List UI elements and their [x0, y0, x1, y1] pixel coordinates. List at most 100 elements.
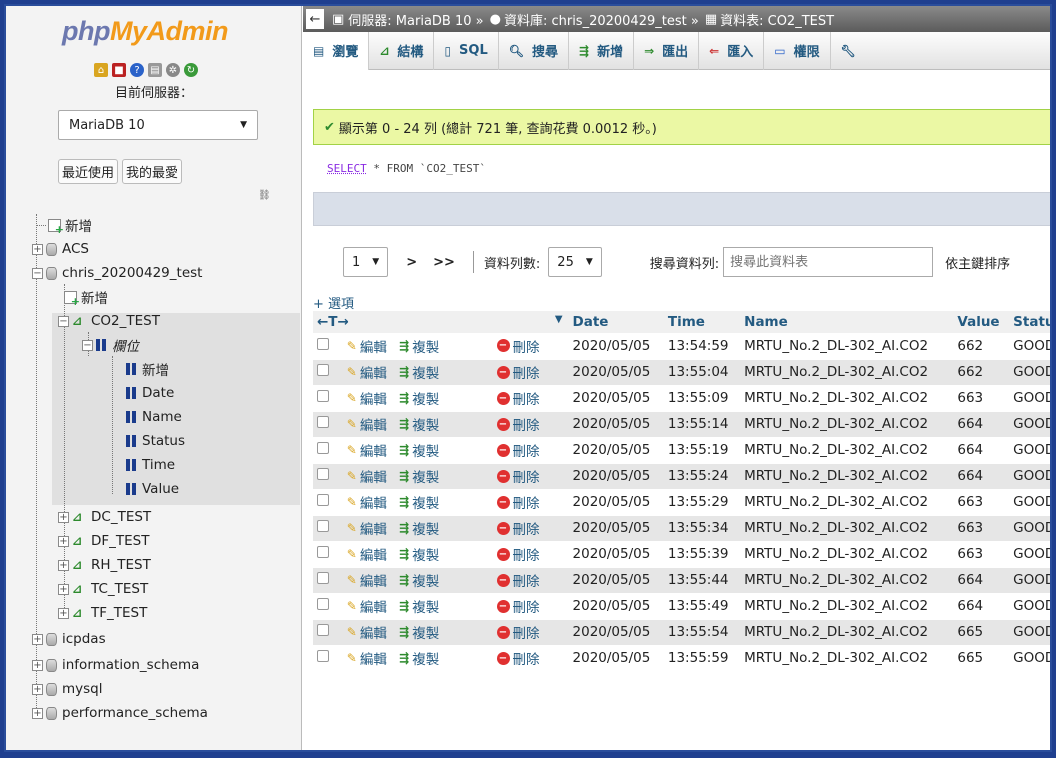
exit-icon[interactable]: ■	[112, 63, 126, 77]
sql-query[interactable]: SELECT * FROM `CO2_TEST`	[327, 162, 486, 175]
tab-browse[interactable]: ▤ 瀏覽	[303, 31, 370, 70]
delete-link[interactable]: − 刪除	[496, 544, 540, 564]
tree-column-value[interactable]: Value	[126, 478, 179, 500]
edit-link[interactable]: ✎ 編輯	[347, 440, 387, 460]
tab-export[interactable]: ⇒ 匯出	[634, 31, 700, 70]
header-value[interactable]: Value	[953, 311, 1010, 333]
delete-link[interactable]: − 刪除	[496, 570, 540, 590]
tree-db-acs[interactable]: + ACS	[32, 238, 89, 260]
tree-db-information-schema[interactable]: + information_schema	[32, 654, 199, 676]
next-page-button[interactable]: >	[406, 255, 417, 270]
tree-db-chris[interactable]: − chris_20200429_test	[32, 262, 202, 284]
table-row[interactable]: ✎ 編輯 ⇶ 複製 − 刪除 2020/05/05 13:55:49 MRTU_No.2_DL…	[313, 593, 1050, 620]
edit-link[interactable]: ✎ 編輯	[347, 492, 387, 512]
expand-plus-icon[interactable]: +	[32, 633, 43, 645]
delete-link[interactable]: − 刪除	[496, 492, 540, 512]
tree-table-dc-test[interactable]: + ⊿ DC_TEST	[58, 506, 151, 528]
expand-plus-icon[interactable]: +	[58, 607, 69, 619]
copy-link[interactable]: ⇶ 複製	[399, 440, 439, 460]
collapse-nav-button[interactable]: ←	[306, 9, 324, 29]
tree-db-icpdas[interactable]: + icpdas	[32, 628, 106, 650]
row-checkbox[interactable]	[317, 572, 329, 584]
expand-plus-icon[interactable]: +	[58, 559, 69, 571]
copy-link[interactable]: ⇶ 複製	[399, 648, 439, 668]
collapse-minus-icon[interactable]: −	[58, 315, 69, 327]
row-checkbox[interactable]	[317, 468, 329, 480]
tree-column-date[interactable]: Date	[126, 382, 174, 404]
edit-link[interactable]: ✎ 編輯	[347, 466, 387, 486]
tab-import[interactable]: ⇐ 匯入	[699, 31, 765, 70]
table-row[interactable]: ✎ 編輯 ⇶ 複製 − 刪除 2020/05/05 13:55:09 MRTU_No.2_DL…	[313, 385, 1050, 412]
tab-sql[interactable]: ▯ SQL	[434, 31, 499, 70]
row-checkbox[interactable]	[317, 598, 329, 610]
expand-plus-icon[interactable]: +	[58, 535, 69, 547]
phpmyadmin-logo[interactable]: phpMyAdmin	[62, 16, 228, 47]
copy-link[interactable]: ⇶ 複製	[399, 466, 439, 486]
tree-column-new[interactable]: 新增	[126, 358, 169, 380]
edit-link[interactable]: ✎ 編輯	[347, 596, 387, 616]
copy-link[interactable]: ⇶ 複製	[399, 570, 439, 590]
help-icon[interactable]: ?	[130, 63, 144, 77]
row-checkbox[interactable]	[317, 650, 329, 662]
options-toggle[interactable]: + 選項	[313, 293, 354, 312]
copy-link[interactable]: ⇶ 複製	[399, 362, 439, 382]
table-row[interactable]: ✎ 編輯 ⇶ 複製 − 刪除 2020/05/05 13:55:54 MRTU_No.2_DL…	[313, 619, 1050, 646]
tree-table-co2-test[interactable]: − ⊿ CO2_TEST	[58, 310, 160, 332]
delete-link[interactable]: − 刪除	[496, 362, 540, 382]
delete-link[interactable]: − 刪除	[496, 414, 540, 434]
expand-plus-icon[interactable]: +	[58, 583, 69, 595]
collapse-minus-icon[interactable]: −	[82, 339, 93, 351]
expand-plus-icon[interactable]: +	[58, 511, 69, 523]
search-rows-input[interactable]	[723, 247, 934, 277]
edit-link[interactable]: ✎ 編輯	[347, 362, 387, 382]
delete-link[interactable]: − 刪除	[496, 336, 540, 356]
expand-plus-icon[interactable]: +	[32, 659, 43, 671]
home-icon[interactable]: ⌂	[94, 63, 108, 77]
delete-link[interactable]: − 刪除	[496, 440, 540, 460]
link-icon[interactable]: ⛓	[258, 190, 271, 201]
row-checkbox[interactable]	[317, 546, 329, 558]
table-row[interactable]: ✎ 編輯 ⇶ 複製 − 刪除 2020/05/05 13:55:24 MRTU_No.2_DL…	[313, 463, 1050, 490]
copy-link[interactable]: ⇶ 複製	[399, 492, 439, 512]
tree-db-performance-schema[interactable]: + performance_schema	[32, 702, 208, 724]
edit-link[interactable]: ✎ 編輯	[347, 570, 387, 590]
tree-column-name[interactable]: Name	[126, 406, 182, 428]
breadcrumb-database[interactable]: 資料庫: chris_20200429_test »	[504, 10, 699, 29]
delete-link[interactable]: − 刪除	[496, 648, 540, 668]
expand-plus-icon[interactable]: +	[32, 707, 43, 719]
expand-plus-icon[interactable]: +	[32, 683, 43, 695]
header-time[interactable]: Time	[663, 311, 741, 333]
copy-link[interactable]: ⇶ 複製	[399, 336, 439, 356]
edit-link[interactable]: ✎ 編輯	[347, 544, 387, 564]
copy-link[interactable]: ⇶ 複製	[399, 518, 439, 538]
tab-search[interactable]: 🔍︎ 搜尋	[499, 31, 569, 70]
table-row[interactable]: ✎ 編輯 ⇶ 複製 − 刪除 2020/05/05 13:55:19 MRTU_No.2_DL…	[313, 437, 1050, 464]
recent-tab[interactable]: 最近使用	[58, 159, 119, 184]
row-checkbox[interactable]	[317, 442, 329, 454]
server-select[interactable]: MariaDB 10 ▼	[58, 110, 258, 140]
table-row[interactable]: ✎ 編輯 ⇶ 複製 − 刪除 2020/05/05 13:55:59 MRTU_No.2_DL…	[313, 645, 1050, 672]
edit-link[interactable]: ✎ 編輯	[347, 388, 387, 408]
page-select[interactable]: 1 ▼	[343, 247, 389, 277]
tab-insert[interactable]: ⇶ 新增	[569, 31, 635, 70]
edit-link[interactable]: ✎ 編輯	[347, 414, 387, 434]
docs-icon[interactable]: ▤	[148, 63, 162, 77]
copy-link[interactable]: ⇶ 複製	[399, 622, 439, 642]
tree-table-rh-test[interactable]: + ⊿ RH_TEST	[58, 554, 151, 576]
header-date[interactable]: Date	[568, 311, 664, 333]
tree-table-df-test[interactable]: + ⊿ DF_TEST	[58, 530, 150, 552]
edit-link[interactable]: ✎ 編輯	[347, 622, 387, 642]
table-row[interactable]: ✎ 編輯 ⇶ 複製 − 刪除 2020/05/05 13:54:59 MRTU_No.2_DL…	[313, 333, 1050, 360]
copy-link[interactable]: ⇶ 複製	[399, 414, 439, 434]
delete-link[interactable]: − 刪除	[496, 596, 540, 616]
tab-structure[interactable]: ⊿ 結構	[369, 31, 435, 70]
header-status[interactable]: Status	[1009, 311, 1050, 333]
row-checkbox[interactable]	[317, 624, 329, 636]
delete-link[interactable]: − 刪除	[496, 466, 540, 486]
tree-column-time[interactable]: Time	[126, 454, 175, 476]
favorites-tab[interactable]: 我的最愛	[122, 159, 183, 184]
header-name[interactable]: Name	[740, 311, 954, 333]
row-checkbox[interactable]	[317, 520, 329, 532]
copy-link[interactable]: ⇶ 複製	[399, 388, 439, 408]
edit-link[interactable]: ✎ 編輯	[347, 518, 387, 538]
